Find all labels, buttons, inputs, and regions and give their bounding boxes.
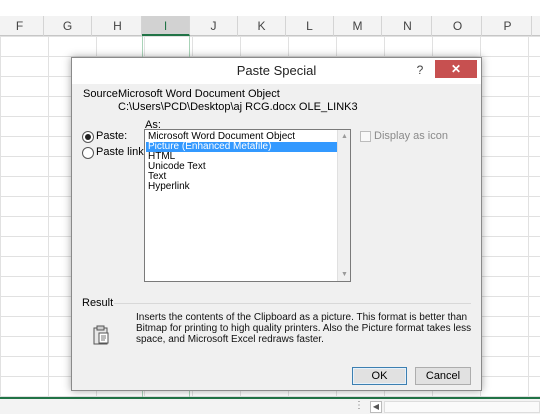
result-label: Result [82,297,114,309]
column-header-p[interactable]: P [484,16,532,36]
column-header-o[interactable]: O [434,16,482,36]
clipboard-picture-icon [93,325,109,345]
display-as-icon-label: Display as icon [374,130,448,142]
format-item[interactable]: Hyperlink [146,182,337,192]
sheet-bar-accent [0,397,540,399]
column-header-h[interactable]: H [94,16,142,36]
format-listbox[interactable]: Microsoft Word Document Object Picture (… [144,129,351,282]
horizontal-scrollbar[interactable] [384,401,540,413]
column-header-f[interactable]: F [0,16,44,36]
column-header-g[interactable]: G [44,16,92,36]
column-header-i[interactable]: I [142,16,190,36]
tab-split-handle-icon[interactable]: ⋮ [354,399,364,415]
column-header-m[interactable]: M [334,16,382,36]
sheet-bar: ⋮ ◀ [0,397,540,415]
source-path: C:\Users\PCD\Desktop\aj RCG.docx OLE_LIN… [118,101,358,113]
cancel-button[interactable]: Cancel [415,367,471,385]
close-button[interactable]: ✕ [435,60,477,78]
result-description: Inserts the contents of the Clipboard as… [136,312,472,345]
dialog-titlebar[interactable]: Paste Special ? ✕ [72,58,481,84]
paste-link-radio[interactable] [82,147,94,159]
ok-button[interactable]: OK [352,367,407,385]
paste-radio[interactable] [82,131,94,143]
column-header-j[interactable]: J [190,16,238,36]
paste-special-dialog: Paste Special ? ✕ Source: Microsoft Word… [71,57,482,391]
source-label: Source: [83,88,121,100]
column-header-row: F G H I J K L M N O P [0,16,540,36]
paste-link-radio-label: Paste link: [96,146,147,158]
help-button[interactable]: ? [413,62,427,78]
format-item[interactable]: Unicode Text [146,162,337,172]
paste-radio-label: Paste: [96,130,128,142]
scroll-up-arrow-icon[interactable]: ▲ [340,132,349,141]
scroll-down-arrow-icon[interactable]: ▼ [340,270,349,279]
source-object: Microsoft Word Document Object [118,88,280,100]
format-list-scrollbar[interactable]: ▲ ▼ [337,130,350,281]
column-header-n[interactable]: N [384,16,432,36]
column-header-k[interactable]: K [238,16,286,36]
scroll-left-arrow-icon[interactable]: ◀ [370,401,382,413]
column-header-l[interactable]: L [286,16,334,36]
result-divider [114,303,471,304]
display-as-icon-checkbox[interactable] [360,131,371,142]
